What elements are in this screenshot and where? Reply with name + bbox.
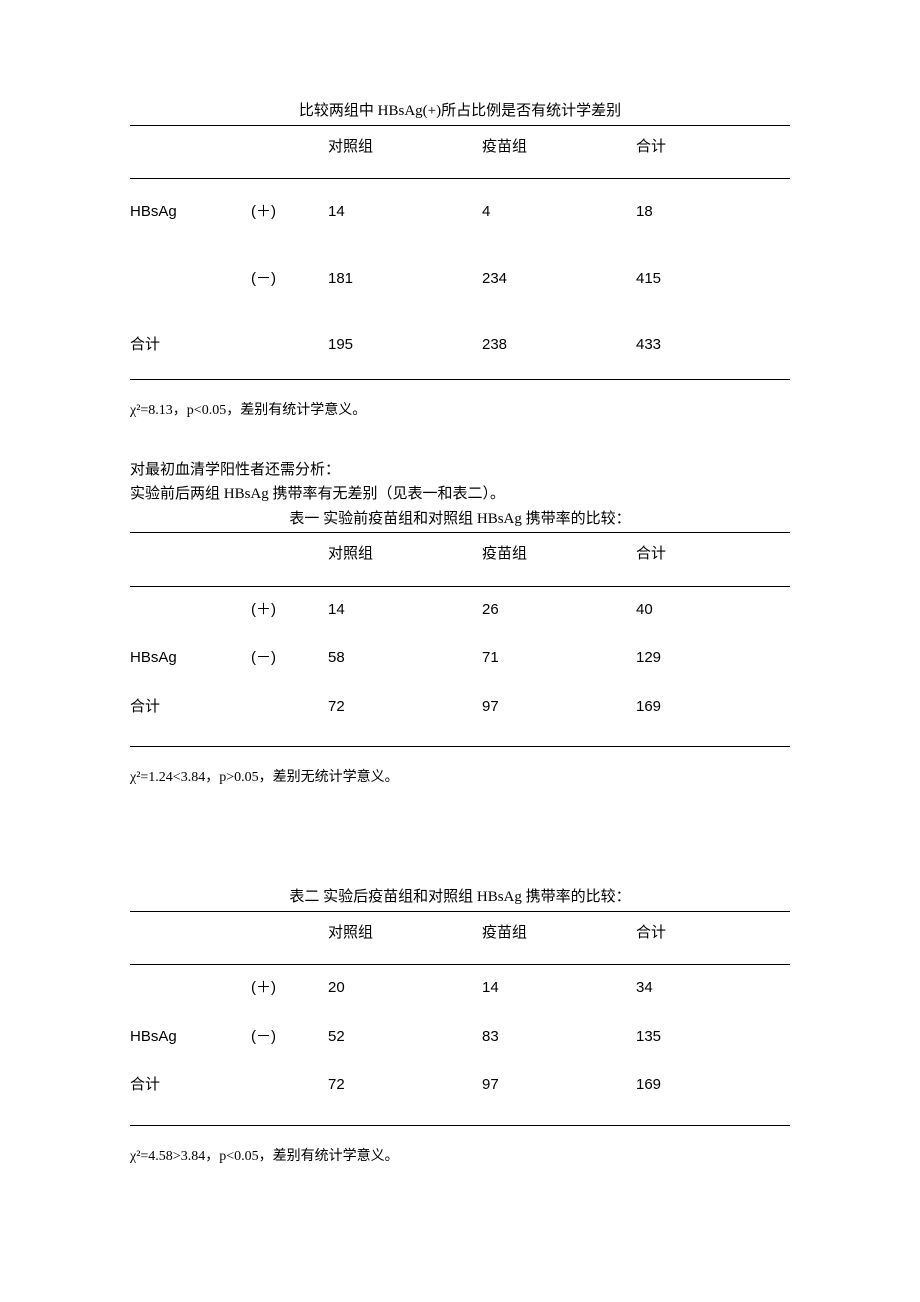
cell: 18: [636, 179, 790, 246]
cell: 181: [328, 246, 482, 313]
table3-sign-pos: (＋): [251, 965, 328, 1014]
cell: 20: [328, 965, 482, 1014]
cell: 34: [636, 965, 790, 1014]
cell: 83: [482, 1014, 636, 1063]
table-row: 合计 72 97 169: [130, 684, 790, 747]
cell: 58: [328, 635, 482, 684]
cell: 169: [636, 684, 790, 747]
table2-header-vaccine: 疫苗组: [482, 533, 636, 587]
table2-rowlabel: HBsAg: [130, 635, 251, 684]
table2-sign-pos: (＋): [251, 586, 328, 635]
cell: 135: [636, 1014, 790, 1063]
table3-rowlabel: HBsAg: [130, 1014, 251, 1063]
paragraph-1: 对最初血清学阳性者还需分析：: [130, 459, 790, 482]
table-row: HBsAg (－) 52 83 135: [130, 1014, 790, 1063]
table2-sign-neg: (－): [251, 635, 328, 684]
table-row: (－) 181 234 415: [130, 246, 790, 313]
cell: 195: [328, 312, 482, 379]
cell: 72: [328, 684, 482, 747]
table3-header-total: 合计: [636, 911, 790, 965]
table2-header-control: 对照组: [328, 533, 482, 587]
table2-total-label: 合计: [130, 684, 251, 747]
cell: 14: [482, 965, 636, 1014]
table3-note: χ²=4.58>3.84，p<0.05，差别有统计学意义。: [130, 1146, 790, 1167]
table2: 对照组 疫苗组 合计 (＋) 14 26 40 HBsAg (－) 58 71 …: [130, 532, 790, 747]
cell: 169: [636, 1062, 790, 1125]
table3-header-row: 对照组 疫苗组 合计: [130, 911, 790, 965]
table3-header-control: 对照组: [328, 911, 482, 965]
cell: 72: [328, 1062, 482, 1125]
table1: 对照组 疫苗组 合计 HBsAg (＋) 14 4 18 (－) 181 234…: [130, 125, 790, 380]
table1-sign-pos: (＋): [251, 179, 328, 246]
paragraph-2: 实验前后两组 HBsAg 携带率有无差别（见表一和表二）。: [130, 483, 790, 506]
table1-header-vaccine: 疫苗组: [482, 125, 636, 179]
cell: 238: [482, 312, 636, 379]
cell: 97: [482, 684, 636, 747]
table1-header-control: 对照组: [328, 125, 482, 179]
cell: 433: [636, 312, 790, 379]
table2-note: χ²=1.24<3.84，p>0.05，差别无统计学意义。: [130, 767, 790, 788]
cell: 40: [636, 586, 790, 635]
table1-note: χ²=8.13，p<0.05，差别有统计学意义。: [130, 400, 790, 421]
cell: 14: [328, 586, 482, 635]
table3: 对照组 疫苗组 合计 (＋) 20 14 34 HBsAg (－) 52 83 …: [130, 911, 790, 1126]
table1-header-total: 合计: [636, 125, 790, 179]
table1-total-label: 合计: [130, 312, 251, 379]
table2-header-total: 合计: [636, 533, 790, 587]
table3-total-label: 合计: [130, 1062, 251, 1125]
cell: 26: [482, 586, 636, 635]
cell: 52: [328, 1014, 482, 1063]
table-row: HBsAg (＋) 14 4 18: [130, 179, 790, 246]
cell: 97: [482, 1062, 636, 1125]
table-row: 合计 195 238 433: [130, 312, 790, 379]
cell: 71: [482, 635, 636, 684]
table2-caption: 表一 实验前疫苗组和对照组 HBsAg 携带率的比较：: [130, 508, 790, 531]
table3-sign-neg: (－): [251, 1014, 328, 1063]
table-row: 合计 72 97 169: [130, 1062, 790, 1125]
cell: 415: [636, 246, 790, 313]
table3-caption: 表二 实验后疫苗组和对照组 HBsAg 携带率的比较：: [130, 886, 790, 909]
table1-rowlabel: HBsAg: [130, 179, 251, 246]
table1-header-row: 对照组 疫苗组 合计: [130, 125, 790, 179]
cell: 129: [636, 635, 790, 684]
cell: 4: [482, 179, 636, 246]
cell: 14: [328, 179, 482, 246]
table1-sign-neg: (－): [251, 246, 328, 313]
table3-header-vaccine: 疫苗组: [482, 911, 636, 965]
table-row: HBsAg (－) 58 71 129: [130, 635, 790, 684]
table-row: (＋) 20 14 34: [130, 965, 790, 1014]
table-row: (＋) 14 26 40: [130, 586, 790, 635]
table1-caption: 比较两组中 HBsAg(+)所占比例是否有统计学差别: [130, 100, 790, 123]
table2-header-row: 对照组 疫苗组 合计: [130, 533, 790, 587]
cell: 234: [482, 246, 636, 313]
